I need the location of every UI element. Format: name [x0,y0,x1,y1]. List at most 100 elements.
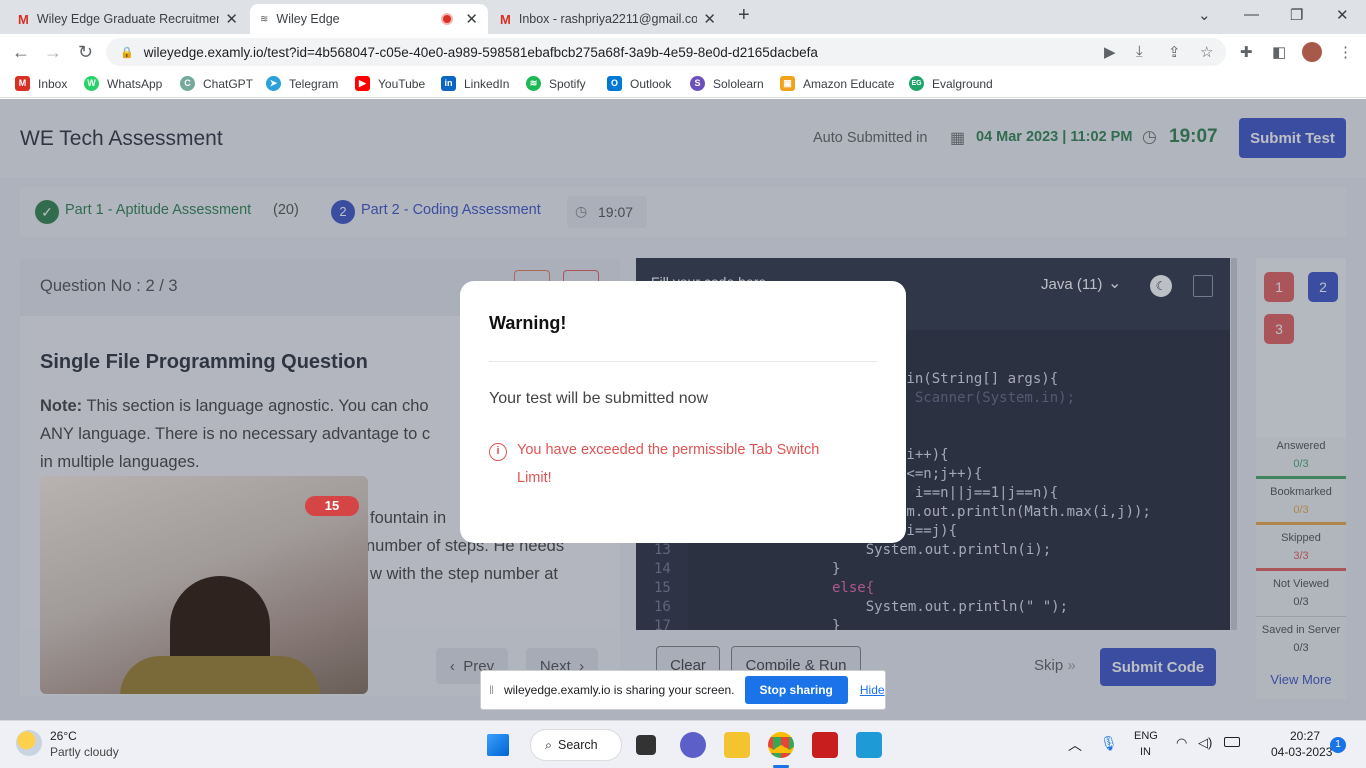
bookmark-label: Telegram [289,76,339,91]
menu-icon[interactable]: ⋮ [1338,43,1353,61]
notification-badge[interactable]: 1 [1330,737,1346,753]
profile-avatar[interactable] [1302,42,1322,62]
bookmark-label: YouTube [378,76,426,91]
bookmark-youtube[interactable]: ▶ YouTube [355,76,425,91]
modal-error-line-1: You have exceeded the permissible Tab Sw… [517,442,820,458]
camera-icon[interactable]: ▶ [1104,43,1116,61]
extensions-icon[interactable]: ✚ [1240,43,1253,61]
tab-wiley-recruitment[interactable]: M Wiley Edge Graduate Recruitment ✕ [8,4,248,34]
notepad-icon[interactable] [856,732,882,758]
wifi-icon[interactable]: ◠ [1176,735,1187,751]
recording-icon [441,13,454,25]
chatgpt-icon: C [180,76,195,91]
amazon-educate-icon: ▣ [780,76,795,91]
close-window-icon[interactable]: ✕ [1336,6,1349,24]
back-icon[interactable]: ← [12,42,30,63]
outlook-icon: O [607,76,622,91]
tab-inbox[interactable]: M Inbox - rashpriya2211@gmail.com ✕ [490,4,726,34]
bookmark-label: Evalground [932,76,993,91]
bookmark-outlook[interactable]: O Outlook [607,76,671,91]
gmail-icon: M [15,76,30,91]
bookmark-label: Outlook [630,76,672,91]
taskbar-search[interactable]: ⌕ Search [530,729,622,761]
windows-start-icon[interactable] [487,734,509,756]
info-error-icon: i [489,443,507,461]
browser-toolbar: ← → ↻ 🔒 wileyedge.examly.io/test?id=4b56… [0,34,1366,70]
close-tab-icon[interactable]: ✕ [225,10,238,28]
bookmark-inbox[interactable]: M Inbox [15,76,67,91]
bookmark-label: Amazon Educate [803,76,895,91]
drag-handle-icon[interactable]: ‖ [489,683,494,697]
weather-temp: 26°C [50,729,77,743]
bookmark-spotify[interactable]: ≋ Spotify [526,76,586,91]
side-panel-icon[interactable]: ◧ [1272,43,1286,61]
acrobat-icon[interactable] [812,732,838,758]
gmail-icon: M [500,11,511,27]
bookmark-star-icon[interactable]: ☆ [1200,43,1213,61]
tab-wiley-edge[interactable]: ≋ Wiley Edge ✕ [250,4,488,34]
clock-date: 04-03-2023 [1271,745,1333,759]
wiley-icon: ≋ [260,13,269,25]
webcam-shoulders [120,656,320,694]
minimize-icon[interactable]: — [1244,6,1259,23]
bookmark-telegram[interactable]: ➤ Telegram [266,76,338,91]
chrome-icon[interactable] [768,732,794,758]
linkedin-icon: in [441,76,456,91]
reload-icon[interactable]: ↻ [78,42,93,63]
teams-chat-icon[interactable] [680,732,706,758]
bookmark-label: Inbox [38,76,68,91]
new-tab-icon[interactable]: + [738,4,750,27]
install-icon[interactable]: ⤓ [1136,43,1143,60]
microphone-icon[interactable]: 🎙 [1100,735,1118,752]
volume-icon[interactable]: ◁) [1198,735,1212,751]
restore-icon[interactable]: ❐ [1290,6,1303,24]
warning-modal: Warning! Your test will be submitted now… [460,281,906,543]
bookmark-evalground[interactable]: EG Evalground [909,76,993,91]
search-icon: ⌕ [545,737,553,752]
forward-icon[interactable]: → [44,42,62,63]
bookmark-label: ChatGPT [203,76,254,91]
spotify-icon: ≋ [526,76,541,91]
weather-desc: Partly cloudy [50,745,119,759]
close-tab-icon[interactable]: ✕ [703,10,716,28]
bookmark-label: Sololearn [713,76,764,91]
close-tab-icon[interactable]: ✕ [465,10,478,28]
lock-icon: 🔒 [120,46,134,59]
language-code[interactable]: ENG [1134,730,1158,742]
bookmark-chatgpt[interactable]: C ChatGPT [180,76,253,91]
hide-link[interactable]: Hide [860,683,885,697]
webcam-badge: 15 [305,496,359,516]
bookmark-whatsapp[interactable]: W WhatsApp [84,76,162,91]
youtube-icon: ▶ [355,76,370,91]
sololearn-icon: S [690,76,705,91]
tab-title: Wiley Edge Graduate Recruitment [36,12,220,26]
bookmark-sololearn[interactable]: S Sololearn [690,76,764,91]
modal-divider [489,361,877,362]
bookmark-label: Spotify [549,76,586,91]
task-view-icon[interactable] [636,735,656,755]
screen-share-bar: ‖ wileyedge.examly.io is sharing your sc… [480,670,886,710]
address-bar[interactable]: 🔒 wileyedge.examly.io/test?id=4b568047-c… [106,38,1226,66]
battery-icon[interactable] [1224,737,1240,747]
gmail-icon: M [18,11,29,27]
bookmark-label: WhatsApp [107,76,163,91]
modal-error-line-2: Limit! [517,470,552,486]
language-region: IN [1140,746,1151,758]
bookmark-linkedin[interactable]: in LinkedIn [441,76,509,91]
bookmark-label: LinkedIn [464,76,510,91]
file-explorer-icon[interactable] [724,732,750,758]
stop-sharing-button[interactable]: Stop sharing [744,676,848,704]
chevron-up-icon[interactable]: ︿ [1068,735,1082,755]
share-icon[interactable]: ⇪ [1168,43,1181,61]
share-text: wileyedge.examly.io is sharing your scre… [503,683,735,697]
tab-title: Wiley Edge [276,12,340,26]
weather-icon[interactable] [16,730,42,756]
clock-time[interactable]: 20:27 [1290,729,1320,743]
bookmark-amazon-educate[interactable]: ▣ Amazon Educate [780,76,894,91]
url-text: wileyedge.examly.io/test?id=4b568047-c05… [143,44,818,60]
modal-message: Your test will be submitted now [489,390,709,407]
tab-search-icon[interactable]: ⌄ [1198,6,1211,24]
tab-title: Inbox - rashpriya2211@gmail.com [518,12,698,26]
webcam-preview[interactable]: 15 [40,476,368,694]
browser-tab-strip: M Wiley Edge Graduate Recruitment ✕ ≋ Wi… [0,0,1366,34]
